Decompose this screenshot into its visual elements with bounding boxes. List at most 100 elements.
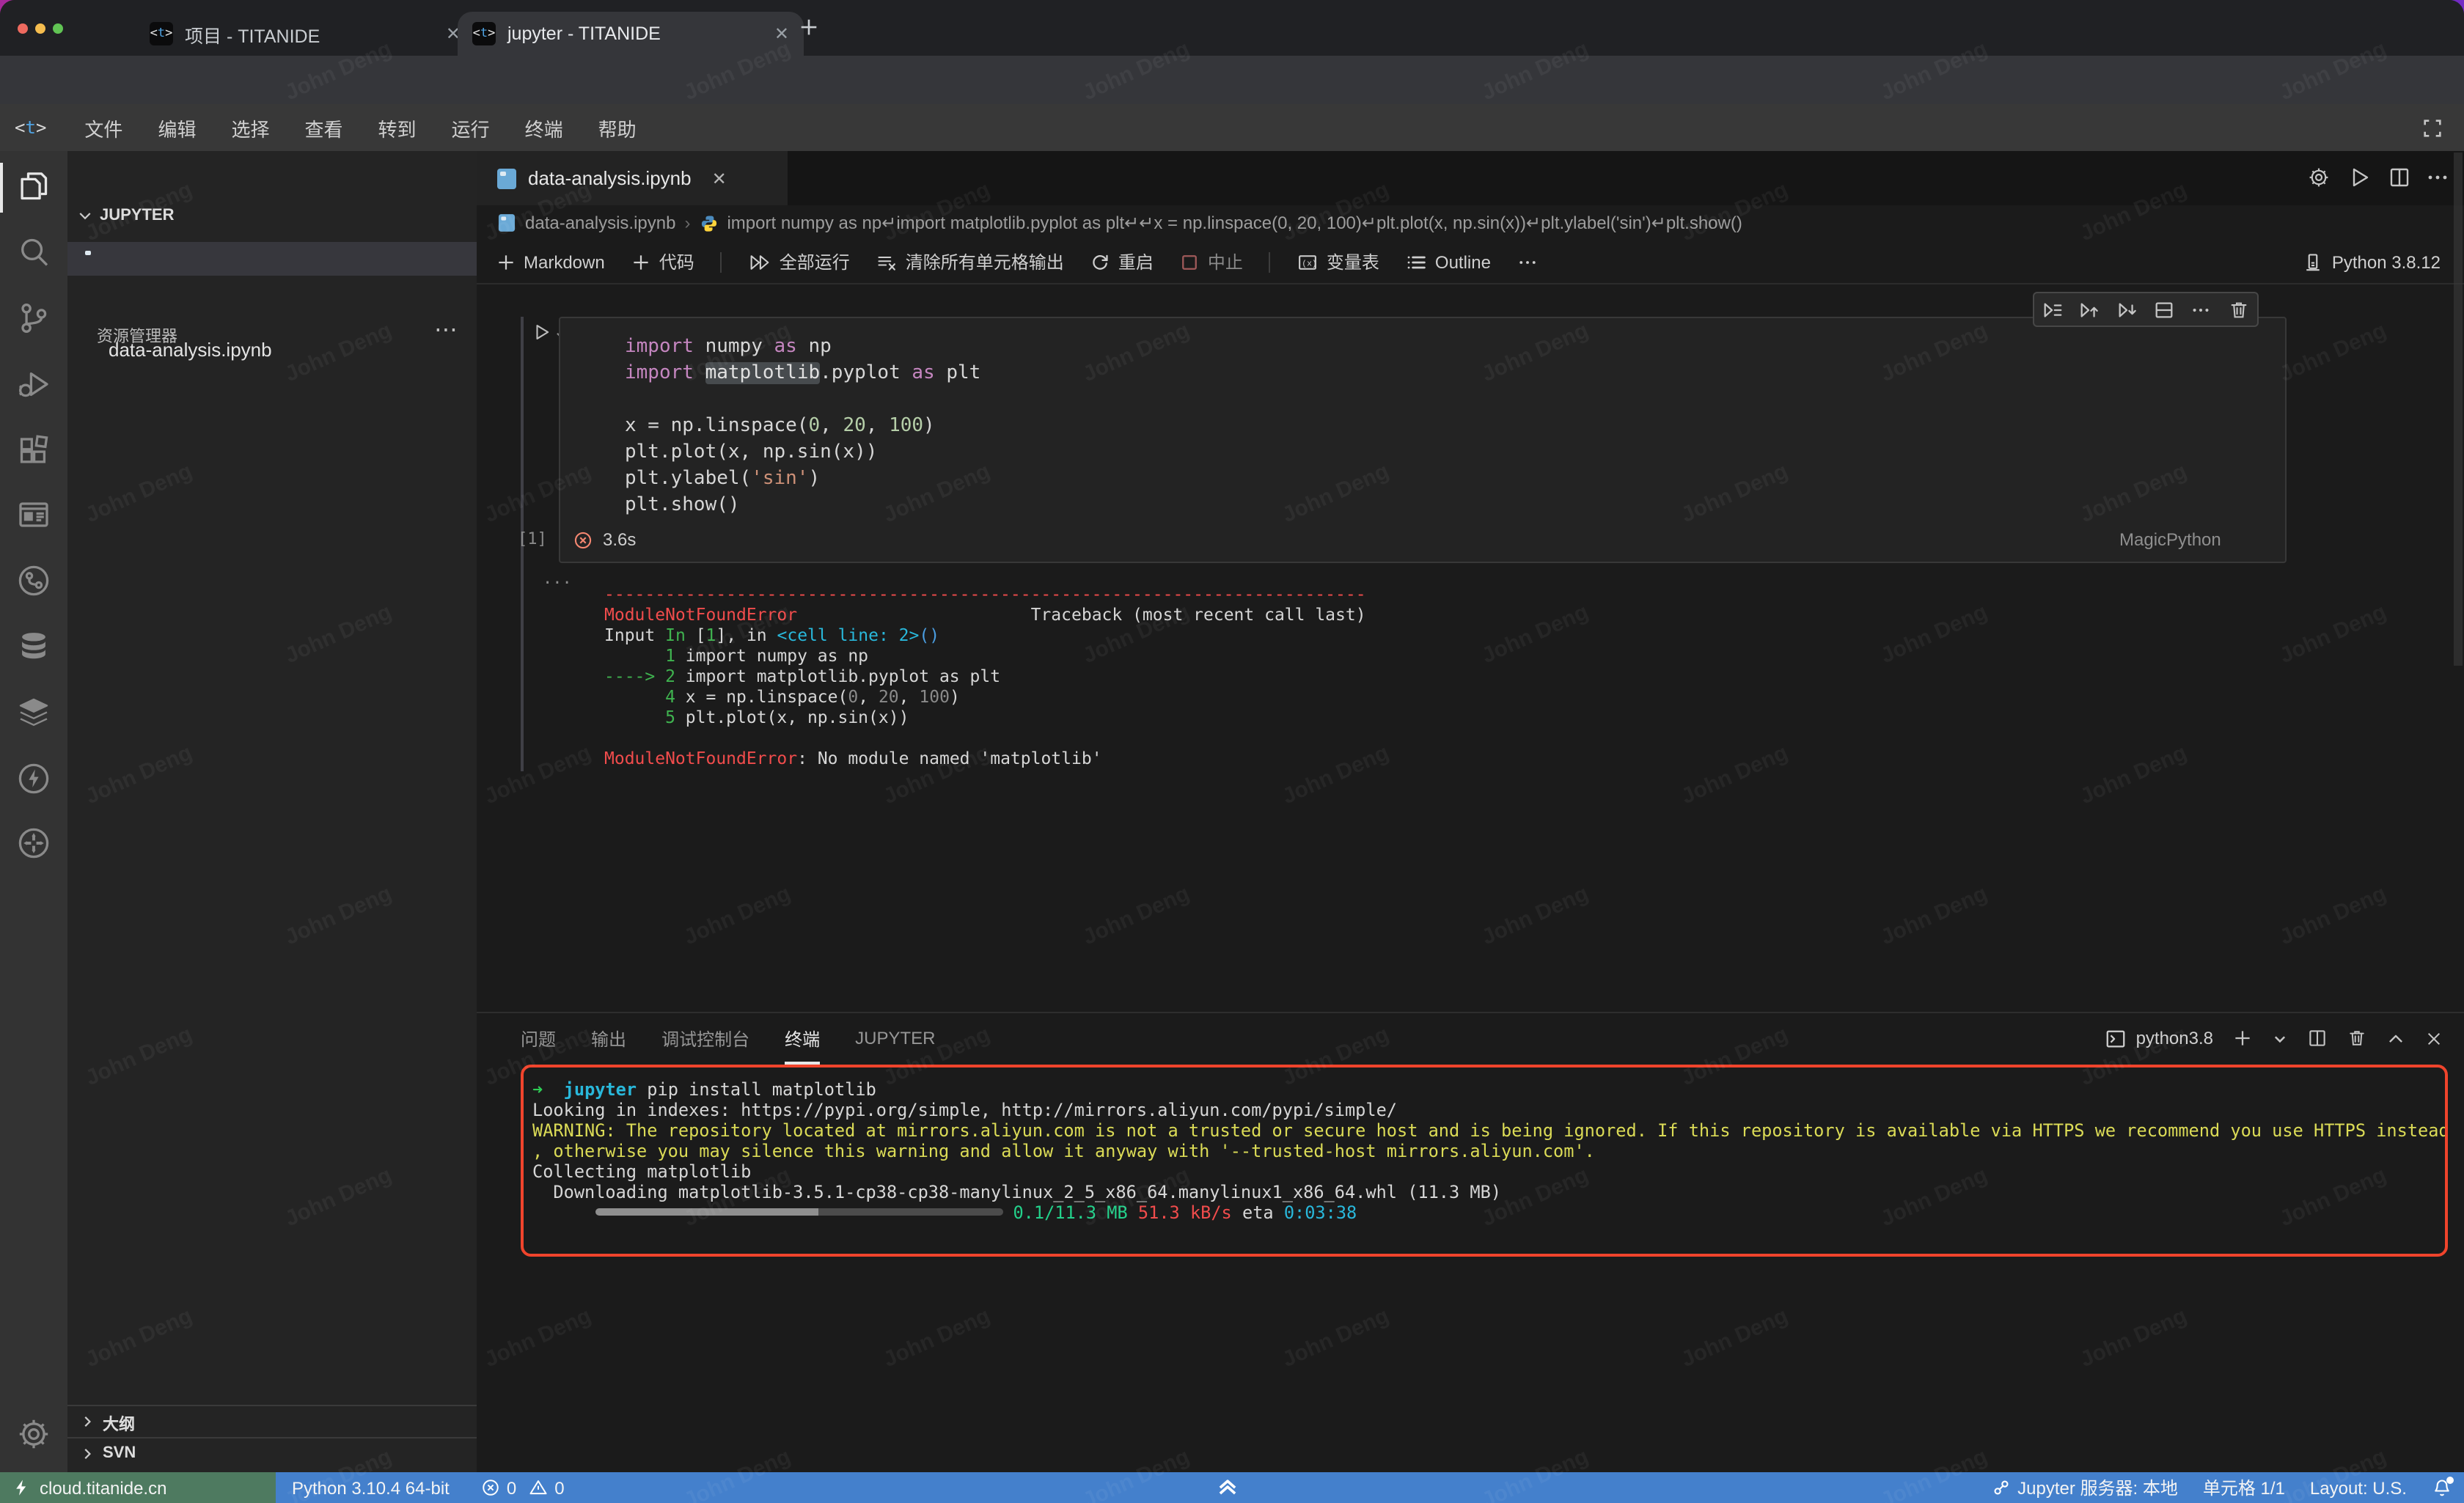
layers-stack-icon[interactable]: [16, 695, 51, 730]
restart-kernel-button[interactable]: 重启: [1090, 249, 1154, 274]
plus-icon: [631, 251, 652, 272]
delete-cell-trash-icon[interactable]: [2228, 298, 2250, 320]
breadcrumb-code[interactable]: import numpy as np↵import matplotlib.pyp…: [727, 213, 1742, 233]
browser-tab-jupyter[interactable]: <t> jupyter - TITANIDE ✕: [458, 12, 804, 56]
execute-cells-section-icon[interactable]: [2042, 298, 2064, 320]
split-cell-icon[interactable]: [2153, 298, 2175, 320]
terminal-icon: [2105, 1027, 2127, 1049]
menu-item-4[interactable]: 转到: [361, 114, 434, 142]
settings-gear-icon[interactable]: [16, 1416, 51, 1452]
tab-close-icon[interactable]: ✕: [712, 168, 727, 188]
menu-item-0[interactable]: 文件: [67, 114, 140, 142]
panel-tab-3[interactable]: 终端: [785, 1026, 820, 1051]
lightning-circle-icon[interactable]: [16, 761, 51, 796]
notebook-settings-gear-icon[interactable]: [2307, 166, 2331, 189]
terminal-highlighted-region[interactable]: ➜ jupyter pip install matplotlibLooking …: [521, 1065, 2448, 1257]
menu-item-3[interactable]: 查看: [287, 114, 361, 142]
terminal-shell-picker[interactable]: python3.8: [2105, 1027, 2213, 1049]
notifications-bell-icon[interactable]: [2432, 1477, 2452, 1498]
menu-item-2[interactable]: 选择: [213, 114, 287, 142]
terminal-output[interactable]: ➜ jupyter pip install matplotlibLooking …: [532, 1079, 2445, 1223]
cell-more-dots-icon[interactable]: [2190, 298, 2212, 320]
panel-tab-2[interactable]: 调试控制台: [661, 1026, 749, 1051]
ide-menubar: <t> 文件编辑选择查看转到运行终端帮助: [0, 104, 2464, 152]
panel-collapse-double-chevron-icon[interactable]: [1214, 1474, 1241, 1500]
section-label: 大纲: [103, 1412, 135, 1436]
execute-below-icon[interactable]: [2116, 298, 2138, 320]
explorer-sidebar: 资源管理器 ⋯ JUPYTER data-analysis.ipynb 大纲 S…: [67, 151, 477, 1472]
menu-item-6[interactable]: 终端: [507, 114, 581, 142]
run-editor-icon[interactable]: [2348, 166, 2372, 189]
kernel-picker[interactable]: Python 3.8.12: [2303, 240, 2441, 283]
tab-close-icon[interactable]: ✕: [774, 25, 789, 43]
cell-toolbar: [2033, 292, 2259, 327]
execute-above-icon[interactable]: [2079, 298, 2101, 320]
activity-bar: [0, 151, 67, 1472]
menu-item-1[interactable]: 编辑: [140, 114, 213, 142]
outline-button[interactable]: Outline: [1406, 251, 1491, 272]
status-bar: cloud.titanide.cn Python 3.10.4 64-bit 0…: [0, 1472, 2464, 1503]
run-cell-button[interactable]: [532, 323, 551, 342]
variables-icon: (x): [1297, 251, 1319, 272]
variables-button[interactable]: (x) 变量表: [1297, 249, 1379, 274]
cell-code[interactable]: import numpy as npimport matplotlib.pypl…: [625, 334, 980, 519]
split-terminal-icon[interactable]: [2307, 1028, 2328, 1048]
browser-tab-project[interactable]: <t> 项目 - TITANIDE ✕: [135, 12, 475, 56]
editor-scrollbar[interactable]: [2454, 152, 2463, 666]
notebook-file-icon: [497, 168, 516, 188]
git-graph-circle-icon[interactable]: [16, 563, 51, 598]
split-editor-icon[interactable]: [2388, 166, 2411, 189]
file-row-selected[interactable]: data-analysis.ipynb: [67, 242, 477, 276]
kill-terminal-trash-icon[interactable]: [2347, 1028, 2367, 1048]
panel-tab-4[interactable]: JUPYTER: [855, 1028, 935, 1048]
terminal-dropdown-chevron-icon[interactable]: [2272, 1030, 2288, 1046]
add-markdown-button[interactable]: Markdown: [496, 251, 605, 272]
run-all-button[interactable]: 全部运行: [749, 249, 850, 274]
extensions-icon[interactable]: [16, 433, 51, 468]
bottom-panel: 问题 输出 调试控制台 终端 JUPYTER python3.8 ➜ jupyter p…: [477, 1012, 2464, 1474]
notebook-file-icon: [499, 214, 515, 232]
traffic-close-button[interactable]: [18, 23, 28, 34]
language-mode[interactable]: MagicPython: [2119, 529, 2221, 550]
editor-tab-notebook[interactable]: data-analysis.ipynb ✕: [477, 151, 788, 205]
traffic-minimize-button[interactable]: [35, 23, 45, 34]
titanide-logo[interactable]: <t>: [15, 117, 46, 138]
python-interpreter-status[interactable]: Python 3.10.4 64-bit: [292, 1477, 450, 1498]
interrupt-button[interactable]: 中止: [1180, 249, 1243, 274]
explorer-icon[interactable]: [16, 169, 51, 204]
section-jupyter[interactable]: JUPYTER: [76, 207, 175, 224]
output-collapse-dots[interactable]: ...: [543, 569, 572, 588]
database-icon[interactable]: [16, 629, 51, 664]
panel-tab-0[interactable]: 问题: [521, 1026, 556, 1051]
keyboard-layout-status[interactable]: Layout: U.S.: [2310, 1477, 2407, 1498]
jupyter-server-status[interactable]: Jupyter 服务器: 本地: [1991, 1475, 2178, 1500]
menu-item-7[interactable]: 帮助: [581, 114, 654, 142]
sidebar-more-icon[interactable]: ⋯: [434, 315, 458, 345]
fullscreen-icon[interactable]: [2421, 117, 2443, 139]
clear-outputs-button[interactable]: 清除所有单元格输出: [876, 249, 1064, 274]
maximize-panel-chevron-icon[interactable]: [2386, 1029, 2405, 1048]
traffic-zoom-button[interactable]: [53, 23, 63, 34]
new-tab-button[interactable]: [798, 16, 820, 38]
cell-indicator-status[interactable]: 单元格 1/1: [2203, 1475, 2285, 1500]
sidebar-section-svn[interactable]: SVN: [67, 1437, 477, 1471]
menu-item-5[interactable]: 运行: [434, 114, 507, 142]
toolbar-more-dots-icon[interactable]: [1517, 251, 1539, 272]
sidebar-section-outline[interactable]: 大纲: [67, 1405, 477, 1438]
close-panel-icon[interactable]: [2424, 1029, 2443, 1048]
preview-panel-icon[interactable]: [16, 497, 51, 532]
stop-icon: [1180, 251, 1200, 272]
search-icon[interactable]: [16, 235, 51, 270]
panel-tab-1[interactable]: 输出: [591, 1026, 626, 1051]
breadcrumb[interactable]: data-analysis.ipynb › import numpy as np…: [477, 205, 2464, 240]
run-debug-icon[interactable]: [16, 367, 51, 402]
remote-indicator[interactable]: cloud.titanide.cn: [0, 1472, 276, 1503]
source-control-icon[interactable]: [16, 301, 51, 336]
remote-targets-icon[interactable]: [16, 826, 51, 861]
editor-more-dots-icon[interactable]: [2426, 166, 2449, 189]
breadcrumb-file[interactable]: data-analysis.ipynb: [525, 213, 675, 233]
add-code-button[interactable]: 代码: [631, 249, 694, 274]
problems-status[interactable]: 0 0: [482, 1477, 565, 1498]
new-terminal-plus-icon[interactable]: [2232, 1028, 2253, 1048]
remote-lightning-icon: [12, 1478, 31, 1497]
